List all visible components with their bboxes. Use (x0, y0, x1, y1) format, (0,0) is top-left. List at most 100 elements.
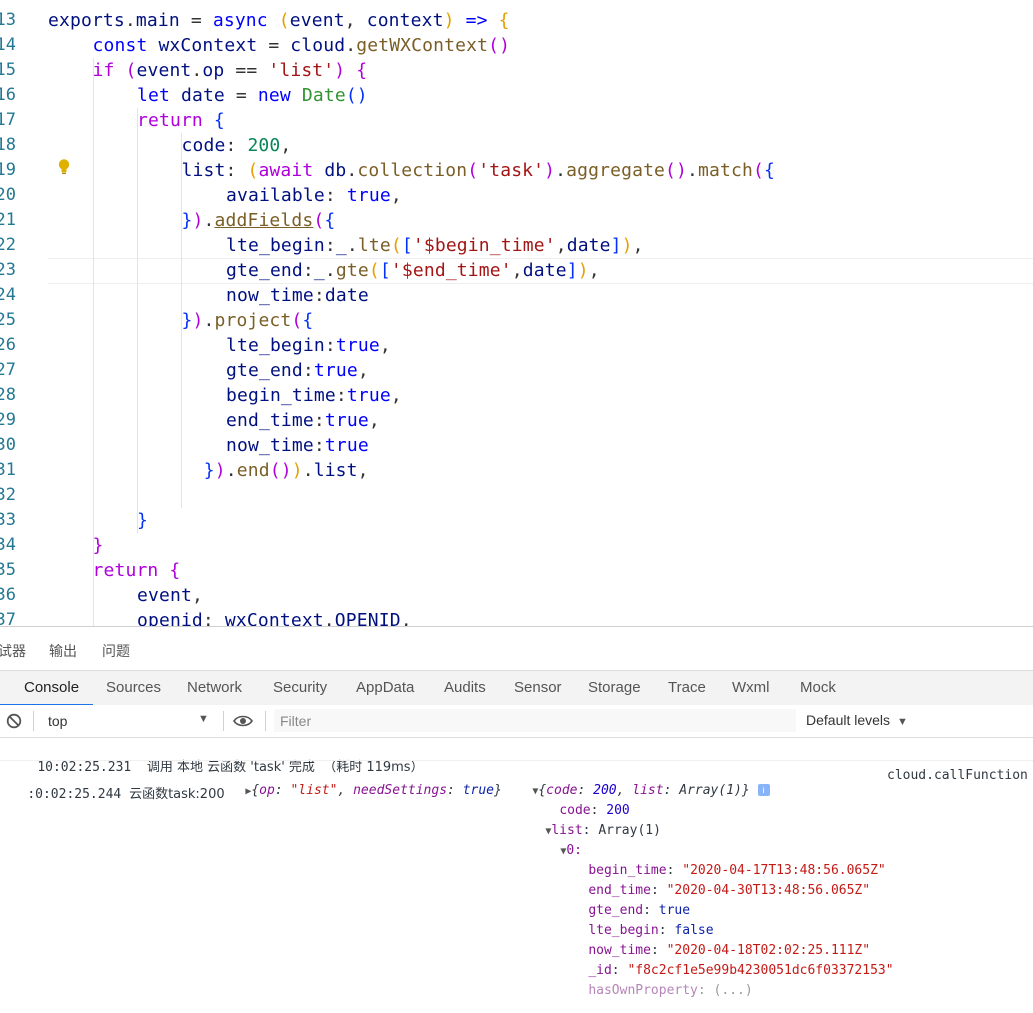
context-select[interactable]: top ▼ (38, 709, 216, 733)
tab-sensor[interactable]: Sensor (514, 679, 562, 696)
panel-tab-output[interactable]: 输出 (49, 641, 77, 661)
info-icon[interactable]: i (757, 784, 770, 796)
code-token: , (379, 335, 391, 356)
code-token: true (324, 435, 369, 456)
eye-icon[interactable] (233, 714, 253, 728)
code-token: : (302, 360, 314, 381)
code-line[interactable]: 22 lte_begin:_.lte(['$begin_time',date]), (0, 233, 1033, 258)
code-token: gte_end (226, 360, 303, 381)
code-line[interactable]: 16 let date = new Date() (0, 83, 1033, 108)
code-token: lte (357, 235, 391, 256)
code-token: ( (313, 210, 325, 231)
code-token: => (465, 10, 488, 31)
code-line[interactable]: 29 end_time:true, (0, 408, 1033, 433)
code-line[interactable]: 34} (0, 533, 1033, 558)
code-token: match (698, 160, 753, 181)
tab-storage[interactable]: Storage (588, 679, 641, 696)
code-text: now_time:true (226, 433, 369, 458)
code-token: return (92, 560, 159, 581)
code-line[interactable]: 15 if (event.op == 'list') { (0, 58, 1033, 83)
code-line[interactable]: 35 return { (0, 558, 1033, 583)
code-token: date (180, 85, 225, 106)
panel-tab-debugger[interactable]: 试器 (0, 641, 26, 661)
code-token: 'task' (478, 160, 545, 181)
code-token: lte_begin (226, 335, 325, 356)
message-label: 云函数task:200 (129, 787, 225, 802)
code-line[interactable]: 25}).project({ (0, 308, 1033, 333)
panel-tab-problems[interactable]: 问题 (102, 641, 130, 661)
source-link[interactable]: cloud.callFunction (887, 768, 1028, 783)
clear-console-icon[interactable] (6, 713, 22, 729)
code-token: ) (577, 260, 589, 281)
code-line[interactable]: 17 return { (0, 108, 1033, 133)
code-token: ( (467, 160, 479, 181)
code-line[interactable]: 18 code: 200, (0, 133, 1033, 158)
code-line[interactable]: 20 available: true, (0, 183, 1033, 208)
code-token: wxContext (158, 35, 258, 56)
code-line[interactable]: 32 (0, 483, 1033, 508)
code-token: { (356, 60, 368, 81)
code-token: aggregate (566, 160, 666, 181)
code-token: [ (401, 235, 413, 256)
tab-mock[interactable]: Mock (800, 679, 836, 696)
code-token: () (665, 160, 688, 181)
tab-appdata[interactable]: AppData (356, 679, 414, 696)
code-token: true (346, 385, 391, 406)
code-line[interactable]: 13 exports.main = async (event, context) … (0, 8, 1033, 33)
code-line[interactable]: 36 event, (0, 583, 1033, 608)
code-token: : (202, 610, 225, 626)
line-number: 34 (0, 535, 16, 555)
log-levels-value: Default levels (806, 712, 891, 728)
code-line[interactable]: 28 begin_time:true, (0, 383, 1033, 408)
code-editor[interactable]: 13 exports.main = async (event, context) … (0, 0, 1033, 626)
line-number: 30 (0, 435, 16, 455)
code-token: , (344, 10, 367, 31)
code-line[interactable]: 21}).addFields({ (0, 208, 1033, 233)
code-line[interactable]: 26 lte_begin:true, (0, 333, 1033, 358)
code-token: , (357, 360, 369, 381)
code-token: , (400, 610, 412, 626)
tab-trace[interactable]: Trace (668, 679, 706, 696)
code-token: . (345, 35, 357, 56)
code-token: () (269, 460, 292, 481)
code-token: : (313, 435, 325, 456)
code-line[interactable]: 24 now_time:date (0, 283, 1033, 308)
code-text: } (137, 508, 148, 533)
tab-console[interactable]: Console (24, 679, 79, 696)
log-arg-event[interactable]: ▶{op: "list", needSettings: true} (214, 768, 502, 813)
code-line[interactable]: 37 openid: wxContext.OPENID, (0, 608, 1033, 626)
code-token: . (687, 160, 699, 181)
log-levels-select[interactable]: Default levels ▼ (806, 712, 908, 728)
code-line[interactable]: 19 list: (await db.collection('task').agg… (0, 158, 1033, 183)
code-token: , (632, 235, 644, 256)
timestamp: :0:02:25.244 (27, 787, 122, 802)
code-text: if (event.op == 'list') { (93, 58, 368, 83)
tab-sources[interactable]: Sources (106, 679, 161, 696)
code-token: _ (335, 235, 347, 256)
tab-network[interactable]: Network (187, 679, 242, 696)
devtools-tab-bar: Console Sources Network Security AppData… (0, 670, 1033, 706)
code-line[interactable]: 33} (0, 508, 1033, 533)
filter-input[interactable] (274, 709, 796, 732)
tab-audits[interactable]: Audits (444, 679, 486, 696)
code-line[interactable]: 23 gte_end:_.gte(['$end_time',date]), (0, 258, 1033, 283)
code-text: return { (137, 108, 225, 133)
tab-wxml[interactable]: Wxml (732, 679, 770, 696)
tab-security[interactable]: Security (273, 679, 327, 696)
code-token: : (302, 260, 314, 281)
line-number: 29 (0, 410, 16, 430)
code-token: getWXContext (356, 35, 489, 56)
code-line[interactable]: 27 gte_end:true, (0, 358, 1033, 383)
code-line[interactable]: 31}).end()).list, (0, 458, 1033, 483)
code-token: exports (48, 10, 125, 31)
code-token: ] (566, 260, 578, 281)
code-text: let date = new Date() (137, 83, 368, 108)
code-token: ) (621, 235, 633, 256)
code-token: date (324, 285, 369, 306)
code-line[interactable]: 14 const wxContext = cloud.getWXContext() (0, 33, 1033, 58)
code-line[interactable]: 30 now_time:true (0, 433, 1033, 458)
tree-row-has-own-property[interactable]: hasOwnProperty: (...) (557, 968, 752, 1013)
code-token: : (225, 135, 248, 156)
